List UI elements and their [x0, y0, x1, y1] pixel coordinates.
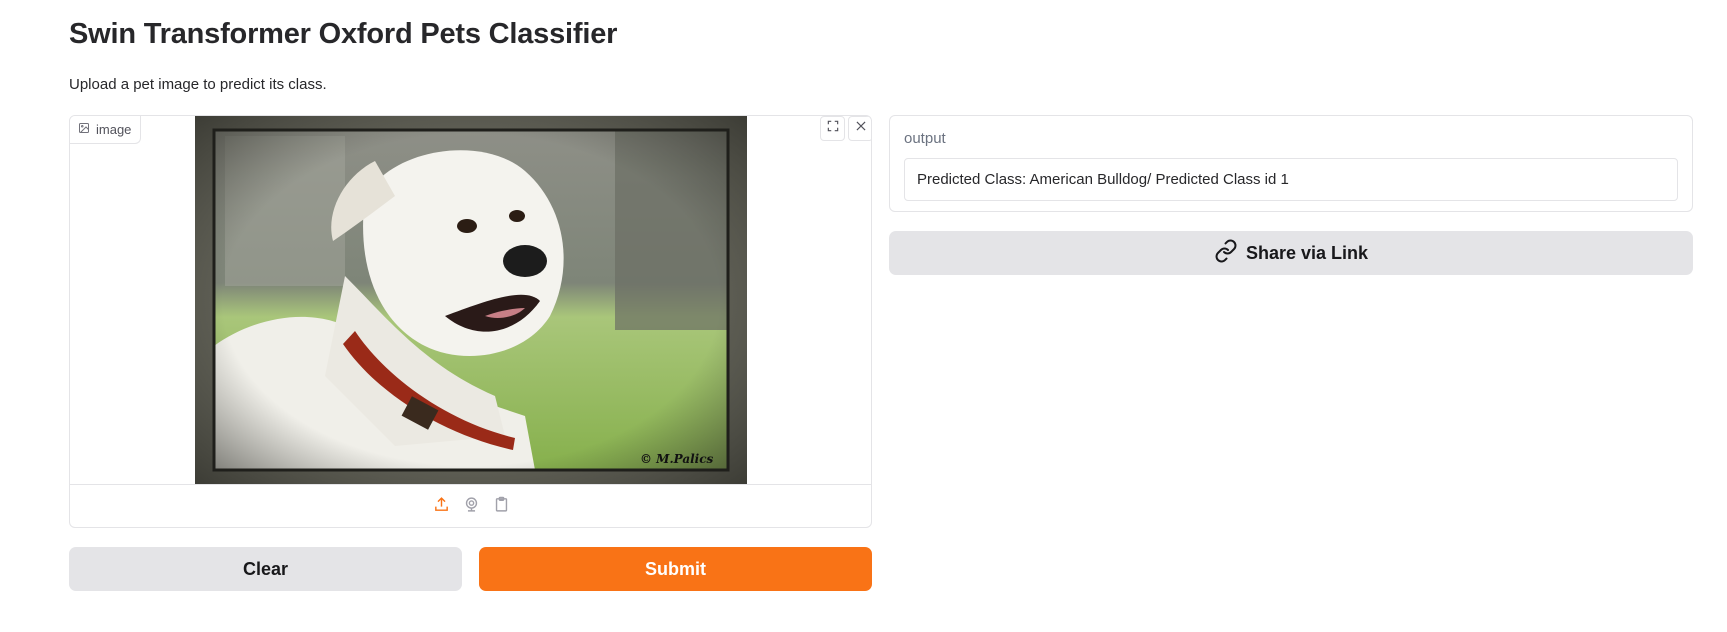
- page-title: Swin Transformer Oxford Pets Classifier: [69, 18, 618, 50]
- uploaded-pet-image: © M.Palics: [195, 116, 747, 484]
- clipboard-icon: [493, 496, 510, 518]
- image-watermark: © M.Palics: [640, 452, 714, 466]
- image-label-text: image: [96, 122, 132, 137]
- output-textbox[interactable]: Predicted Class: American Bulldog/ Predi…: [904, 158, 1678, 201]
- remove-image-button[interactable]: [848, 116, 871, 141]
- image-input-panel[interactable]: image © M.Palics: [69, 115, 872, 528]
- submit-button[interactable]: Submit: [479, 547, 872, 591]
- webcam-source-button[interactable]: [463, 496, 481, 518]
- webcam-icon: [463, 496, 480, 518]
- image-label-badge: image: [70, 116, 142, 144]
- upload-source-button[interactable]: [433, 496, 451, 518]
- share-label: Share via Link: [1245, 242, 1369, 263]
- fullscreen-icon: [826, 119, 840, 138]
- upload-icon: [433, 496, 450, 518]
- image-corner-controls: [820, 116, 871, 141]
- image-preview-area[interactable]: © M.Palics: [70, 116, 871, 484]
- clipboard-source-button[interactable]: [493, 496, 511, 518]
- image-source-selector: [70, 484, 871, 527]
- clear-button[interactable]: Clear: [69, 547, 462, 591]
- output-panel: output Predicted Class: American Bulldog…: [889, 115, 1693, 212]
- close-icon: [854, 119, 868, 138]
- share-via-link-button[interactable]: Share via Link: [889, 231, 1693, 275]
- output-label: output: [904, 130, 946, 147]
- fullscreen-button[interactable]: [820, 116, 845, 141]
- image-icon: [78, 122, 90, 137]
- page-description: Upload a pet image to predict its class.: [69, 76, 327, 93]
- link-icon: [1214, 239, 1238, 268]
